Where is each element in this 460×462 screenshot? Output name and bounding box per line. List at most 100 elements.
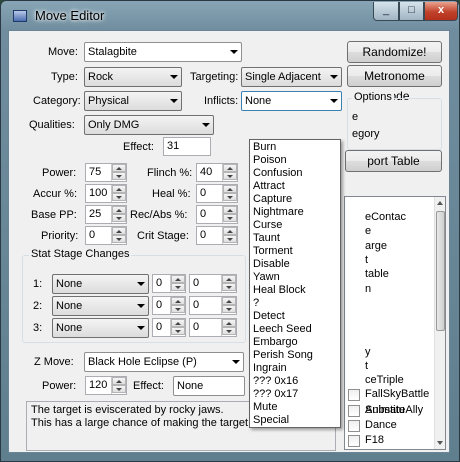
decrement-button[interactable]: [171, 305, 185, 313]
increment-button[interactable]: [112, 185, 126, 193]
effect-field[interactable]: 31: [163, 137, 211, 156]
randomize-button[interactable]: Randomize!: [347, 41, 442, 63]
type-select[interactable]: Rock: [84, 67, 182, 87]
stage-spinner[interactable]: 0: [152, 274, 186, 293]
flag-label: F18: [365, 434, 384, 446]
increment-button[interactable]: [223, 227, 237, 235]
stat-select[interactable]: None: [52, 318, 149, 338]
inflicts-option[interactable]: Nightmare: [253, 206, 304, 218]
base-pp-spinner[interactable]: 25: [85, 205, 127, 224]
scroll-down-icon[interactable]: [437, 441, 443, 445]
inflicts-option[interactable]: ?: [253, 297, 259, 309]
inflicts-option[interactable]: Attract: [253, 180, 285, 192]
inflicts-option[interactable]: ??? 0x17: [253, 388, 298, 400]
stage-spinner[interactable]: 0: [152, 318, 186, 337]
minimize-button[interactable]: _: [373, 2, 399, 21]
decrement-button[interactable]: [223, 193, 237, 201]
inflicts-option[interactable]: Capture: [253, 193, 292, 205]
decrement-button[interactable]: [112, 193, 126, 201]
increment-button[interactable]: [222, 275, 236, 283]
stat-select[interactable]: None: [52, 274, 149, 294]
maximize-button[interactable]: □: [399, 2, 424, 21]
decrement-button[interactable]: [112, 172, 126, 180]
increment-button[interactable]: [171, 275, 185, 283]
inflicts-option[interactable]: Detect: [253, 310, 285, 322]
flinch-value: 40: [200, 166, 213, 178]
increment-button[interactable]: [222, 319, 236, 327]
inflicts-option[interactable]: Heal Block: [253, 284, 306, 296]
title-bar[interactable]: Move Editor _ □ x: [1, 1, 459, 31]
inflicts-option[interactable]: Confusion: [253, 167, 303, 179]
metronome-mode-button[interactable]: Metronome Mode: [347, 65, 442, 103]
chance-spinner[interactable]: 0: [189, 296, 237, 315]
category-select[interactable]: Physical: [84, 91, 182, 111]
inflicts-option[interactable]: Taunt: [253, 232, 280, 244]
scroll-thumb[interactable]: [436, 211, 445, 331]
decrement-button[interactable]: [222, 327, 236, 335]
accuracy-spinner[interactable]: 100: [85, 184, 127, 203]
inflicts-option[interactable]: Mute: [253, 401, 277, 413]
rec-abs-label: Rec/Abs %:: [130, 209, 188, 221]
z-move-select[interactable]: Black Hole Eclipse (P): [84, 352, 244, 372]
inflicts-option[interactable]: ??? 0x16: [253, 375, 298, 387]
inflicts-option[interactable]: Burn: [253, 141, 276, 153]
z-power-spinner[interactable]: 120: [85, 376, 127, 395]
crit-stage-spinner[interactable]: 0: [196, 226, 238, 245]
heal-spinner[interactable]: 0: [196, 184, 238, 203]
checkbox[interactable]: [348, 420, 360, 432]
z-effect-select[interactable]: None: [173, 376, 245, 396]
increment-button[interactable]: [112, 227, 126, 235]
increment-button[interactable]: [112, 206, 126, 214]
move-select[interactable]: Stalagbite: [84, 42, 242, 62]
decrement-button[interactable]: [112, 385, 126, 393]
decrement-button[interactable]: [112, 214, 126, 222]
increment-button[interactable]: [171, 297, 185, 305]
flags-checklist[interactable]: eContac e arge t table n y t ceTriple Su…: [344, 196, 446, 450]
inflicts-option[interactable]: Perish Song: [253, 349, 313, 361]
decrement-button[interactable]: [171, 283, 185, 291]
decrement-button[interactable]: [112, 235, 126, 243]
stage-spinner[interactable]: 0: [152, 296, 186, 315]
checkbox[interactable]: [348, 405, 360, 417]
flags-scrollbar[interactable]: [434, 197, 445, 449]
chance-spinner[interactable]: 0: [189, 274, 237, 293]
inflicts-dropdown-list[interactable]: Burn Poison Confusion Attract Capture Nightma…: [249, 139, 341, 428]
qualities-select[interactable]: Only DMG: [84, 115, 214, 135]
inflicts-option[interactable]: Leech Seed: [253, 323, 312, 335]
decrement-button[interactable]: [171, 327, 185, 335]
increment-button[interactable]: [112, 377, 126, 385]
inflicts-select[interactable]: None: [241, 91, 342, 111]
inflicts-option[interactable]: Torment: [253, 245, 293, 257]
close-button[interactable]: x: [424, 2, 458, 21]
inflicts-option[interactable]: Ingrain: [253, 362, 287, 374]
increment-button[interactable]: [223, 164, 237, 172]
decrement-button[interactable]: [222, 305, 236, 313]
inflicts-option[interactable]: Yawn: [253, 271, 280, 283]
rec-abs-spinner[interactable]: 0: [196, 205, 238, 224]
flinch-spinner[interactable]: 40: [196, 163, 238, 182]
increment-button[interactable]: [112, 164, 126, 172]
power-spinner[interactable]: 75: [85, 163, 127, 182]
chance-spinner[interactable]: 0: [189, 318, 237, 337]
scroll-up-icon[interactable]: [437, 201, 443, 205]
increment-button[interactable]: [171, 319, 185, 327]
inflicts-option[interactable]: Curse: [253, 219, 282, 231]
stat-select[interactable]: None: [52, 296, 149, 316]
decrement-button[interactable]: [223, 172, 237, 180]
decrement-button[interactable]: [222, 283, 236, 291]
checkbox[interactable]: [348, 389, 360, 401]
export-table-button[interactable]: port Table: [345, 150, 442, 172]
increment-button[interactable]: [223, 206, 237, 214]
inflicts-option[interactable]: Special: [253, 414, 289, 426]
priority-spinner[interactable]: 0: [85, 226, 127, 245]
increment-button[interactable]: [223, 185, 237, 193]
checkbox[interactable]: [348, 435, 360, 447]
decrement-button[interactable]: [223, 235, 237, 243]
z-power-value: 120: [89, 379, 108, 391]
inflicts-option[interactable]: Poison: [253, 154, 287, 166]
decrement-button[interactable]: [223, 214, 237, 222]
increment-button[interactable]: [222, 297, 236, 305]
inflicts-option[interactable]: Embargo: [253, 336, 298, 348]
targeting-select[interactable]: Single Adjacent: [241, 67, 342, 87]
inflicts-option[interactable]: Disable: [253, 258, 290, 270]
